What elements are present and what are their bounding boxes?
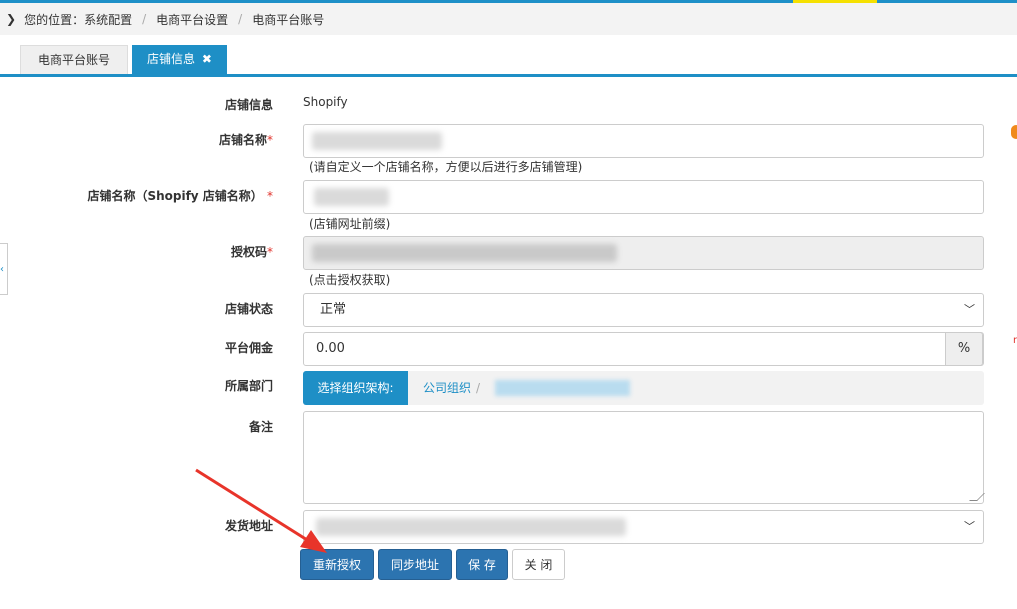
tab-store-info[interactable]: 店铺信息 ✖ [132,45,227,74]
department-label: 所属部门 [224,379,273,393]
chevron-down-icon: ﹀ [964,303,975,316]
breadcrumb-separator: / [238,12,243,26]
ship-address-label: 发货地址 [224,519,273,533]
sync-address-button[interactable]: 同步地址 [378,549,452,580]
edge-marker: r [1013,335,1017,346]
chevron-down-icon: ﹀ [964,520,975,533]
shopify-store-name-input[interactable] [303,180,984,214]
org-path-separator: / [476,381,481,395]
commission-value: 0.00 [316,341,345,356]
shopify-store-name-label: 店铺名称（Shopify 店铺名称） * [87,189,273,203]
ship-address-select[interactable]: ﹀ [303,510,984,544]
reauthorize-button[interactable]: 重新授权 [300,549,374,580]
breadcrumb-item[interactable]: 系统配置 [84,11,132,28]
store-name-hint: (请自定义一个店铺名称，方便以后进行多店铺管理) [309,160,583,174]
tab-bar: 电商平台账号 店铺信息 ✖ [0,35,1017,77]
redacted-value [316,518,626,536]
save-button[interactable]: 保 存 [456,549,508,580]
auth-code-hint: (点击授权获取) [309,273,391,287]
breadcrumb-prefix: 您的位置： [24,12,85,27]
store-info-value: Shopify [303,95,348,109]
close-button[interactable]: 关 闭 [512,549,565,580]
store-info-label: 店铺信息 [224,98,273,112]
store-status-label: 店铺状态 [224,302,273,316]
auth-code-label: 授权码* [230,245,273,259]
store-name-label: 店铺名称* [218,133,273,147]
breadcrumb-item[interactable]: 电商平台账号 [252,11,324,28]
percent-addon: % [945,332,983,366]
store-status-value: 正常 [320,302,347,317]
store-status-select[interactable]: 正常 ﹀ [303,293,984,327]
select-org-button[interactable]: 选择组织架构: [303,371,408,405]
breadcrumb-item[interactable]: 电商平台设置 [156,11,228,28]
sidebar-toggle-icon[interactable]: ‹ [0,243,8,295]
tab-label: 电商平台账号 [37,53,110,67]
redacted-value [312,132,442,150]
redacted-value [314,188,389,206]
breadcrumb-separator: / [142,12,147,26]
required-mark: * [267,189,273,203]
auth-code-input [303,236,984,270]
required-mark: * [267,245,273,259]
remark-label: 备注 [248,420,273,434]
notification-dot [1011,125,1017,139]
company-org-link[interactable]: 公司组织 [423,371,471,405]
redacted-department [495,380,630,396]
tab-platform-account[interactable]: 电商平台账号 [20,45,128,74]
store-name-input[interactable] [303,124,984,158]
commission-label: 平台佣金 [224,341,273,355]
required-mark: * [267,133,273,147]
department-picker: 选择组织架构: 公司组织 / [303,371,984,405]
chevron-right-icon: ❯ [6,12,17,26]
tab-label: 店铺信息 [147,52,196,66]
remark-textarea[interactable] [303,411,985,504]
close-icon[interactable]: ✖ [202,52,212,66]
commission-input[interactable]: 0.00 % [303,332,984,366]
breadcrumb: ❯ 您的位置： 系统配置 / 电商平台设置 / 电商平台账号 [0,3,1017,35]
shopify-store-name-hint: (店铺网址前缀) [309,217,391,231]
resize-handle-icon[interactable] [969,493,985,501]
redacted-value [312,244,617,262]
